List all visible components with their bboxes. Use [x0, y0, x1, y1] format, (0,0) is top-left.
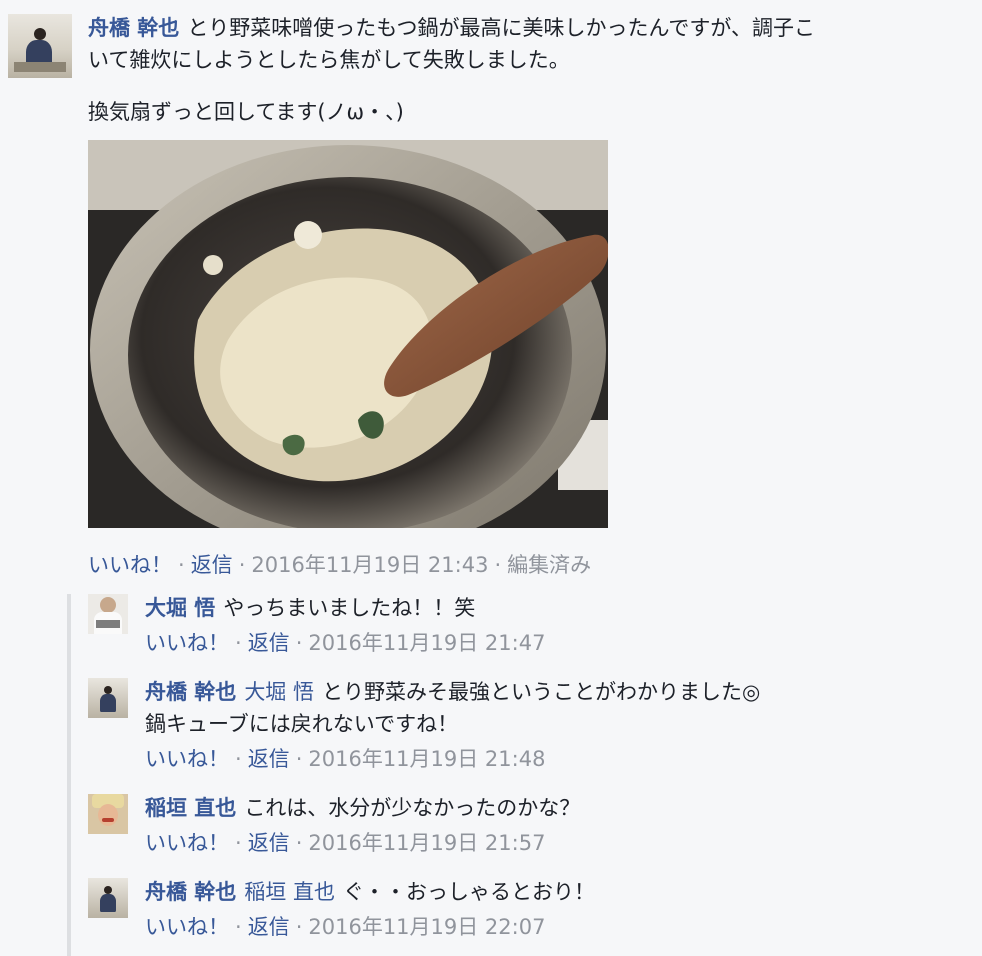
reply-author[interactable]: 大堀 悟	[145, 596, 215, 620]
separator: ·	[235, 915, 242, 939]
timestamp[interactable]: 2016年11月19日 21:48	[308, 747, 545, 771]
like-link[interactable]: いいね！	[145, 915, 229, 939]
reply-body: 大堀 悟やっちまいましたね！！笑 いいね！ · 返信 · 2016年11月19日 21:…	[145, 592, 965, 658]
comment-actions: いいね！ · 返信 · 2016年11月19日 21:43 · 編集済み	[88, 550, 591, 580]
avatar[interactable]	[88, 878, 128, 918]
reply-text: これは、水分が少なかったのかな？	[244, 796, 581, 820]
timestamp[interactable]: 2016年11月19日 21:47	[308, 631, 545, 655]
comment-body: 舟橋 幹也 とり野菜味噌使ったもつ鍋が最高に美味しかったんですが、調子こ いて雑炊…	[88, 12, 968, 128]
reply-link[interactable]: 返信	[248, 915, 290, 939]
separator: ·	[295, 631, 303, 655]
comment-photo[interactable]	[88, 140, 608, 528]
separator: ·	[295, 915, 303, 939]
like-link[interactable]: いいね！	[145, 831, 229, 855]
reply-thread-line	[67, 594, 71, 956]
separator: ·	[235, 747, 242, 771]
comment-text-line: 舟橋 幹也 とり野菜味噌使ったもつ鍋が最高に美味しかったんですが、調子こ	[88, 12, 968, 44]
reply-link[interactable]: 返信	[248, 631, 290, 655]
avatar[interactable]	[88, 794, 128, 834]
separator: ·	[238, 553, 246, 577]
reply-author[interactable]: 稲垣 直也	[145, 796, 236, 820]
like-link[interactable]: いいね！	[145, 631, 229, 655]
reply-actions: いいね！ · 返信 · 2016年11月19日 21:48	[145, 744, 965, 774]
reply-author[interactable]: 舟橋 幹也	[145, 680, 236, 704]
separator: ·	[295, 831, 303, 855]
separator: ·	[235, 631, 242, 655]
separator: ·	[235, 831, 242, 855]
timestamp[interactable]: 2016年11月19日 21:43	[251, 553, 488, 577]
edited-label[interactable]: 編集済み	[507, 553, 591, 577]
comment-text-line: 換気扇ずっと回してます(ノω・、)	[88, 100, 404, 124]
reply-text: ぐ・・おっしゃるとおり！	[343, 880, 595, 904]
separator: ·	[494, 553, 502, 577]
timestamp[interactable]: 2016年11月19日 22:07	[308, 915, 545, 939]
comment-text-line: いて雑炊にしようとしたら焦がして失敗しました。	[88, 48, 570, 72]
comment-text: とり野菜味噌使ったもつ鍋が最高に美味しかったんですが、調子こ	[187, 16, 815, 40]
reply-mention[interactable]: 大堀 悟	[244, 680, 314, 704]
reply-link[interactable]: 返信	[248, 747, 290, 771]
reply-text: 鍋キューブには戻れないですね！	[145, 712, 459, 736]
reply-author[interactable]: 舟橋 幹也	[145, 880, 236, 904]
reply-text: とり野菜みそ最強ということがわかりました◎	[322, 680, 761, 704]
reply-mention[interactable]: 稲垣 直也	[244, 880, 335, 904]
reply-body: 舟橋 幹也 大堀 悟とり野菜みそ最強ということがわかりました◎ 鍋キューブには戻れ…	[145, 676, 965, 774]
avatar[interactable]	[88, 678, 128, 718]
like-link[interactable]: いいね！	[88, 553, 172, 577]
reply-link[interactable]: 返信	[191, 553, 233, 577]
reply-actions: いいね！ · 返信 · 2016年11月19日 21:47	[145, 628, 965, 658]
separator: ·	[295, 747, 303, 771]
reply-body: 舟橋 幹也 稲垣 直也 ぐ・・おっしゃるとおり！ いいね！ · 返信 · 2016年11月1…	[145, 876, 965, 942]
like-link[interactable]: いいね！	[145, 747, 229, 771]
reply-body: 稲垣 直也 これは、水分が少なかったのかな？ いいね！ · 返信 · 2016年11月19…	[145, 792, 965, 858]
separator: ·	[178, 553, 185, 577]
nabe-pot-photo-icon	[88, 140, 608, 528]
reply-text: やっちまいましたね！！笑	[223, 596, 476, 620]
avatar[interactable]	[88, 594, 128, 634]
reply-actions: いいね！ · 返信 · 2016年11月19日 21:57	[145, 828, 965, 858]
reply-link[interactable]: 返信	[248, 831, 290, 855]
timestamp[interactable]: 2016年11月19日 21:57	[308, 831, 545, 855]
reply-actions: いいね！ · 返信 · 2016年11月19日 22:07	[145, 912, 965, 942]
comment-author[interactable]: 舟橋 幹也	[88, 16, 179, 40]
avatar[interactable]	[8, 14, 72, 78]
